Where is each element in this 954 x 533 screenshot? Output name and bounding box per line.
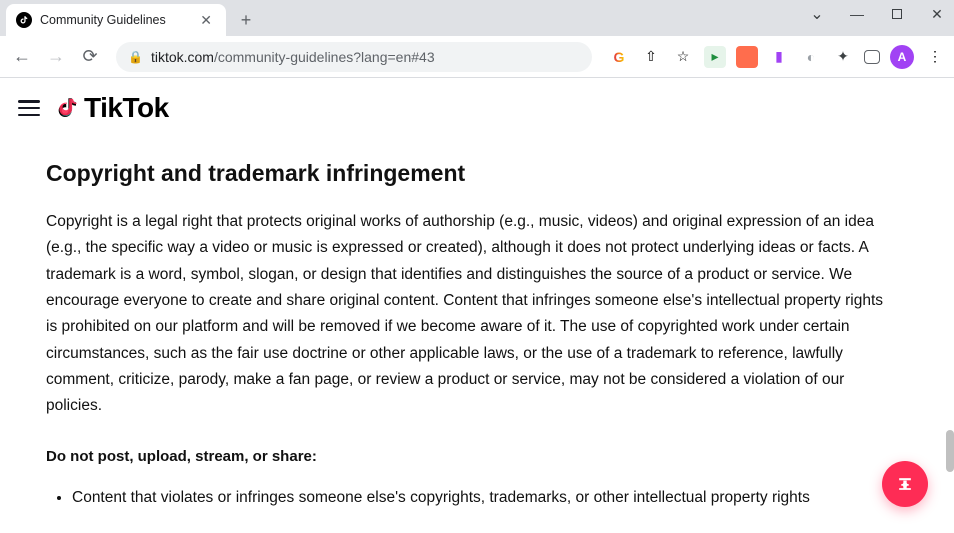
chevron-down-icon[interactable]: ⌄ (804, 4, 830, 24)
profile-avatar[interactable]: A (890, 45, 914, 69)
toolbar-right-icons: G ⇧ ☆ ▸ ▮ ◐ ✦ A ⋮ (604, 45, 946, 69)
back-to-top-button[interactable] (882, 461, 928, 507)
address-bar[interactable]: 🔒 tiktok.com/community-guidelines?lang=e… (116, 42, 592, 72)
side-panel-icon[interactable] (864, 50, 880, 64)
extensions-puzzle-icon[interactable]: ✦ (832, 46, 854, 68)
extension-1-icon[interactable]: ▸ (704, 46, 726, 68)
forward-button[interactable]: → (42, 43, 70, 71)
browser-tab-active[interactable]: Community Guidelines ✕ (6, 4, 226, 36)
google-icon[interactable]: G (608, 46, 630, 68)
maximize-icon[interactable] (884, 4, 910, 24)
scrollbar-thumb[interactable] (946, 430, 954, 472)
section-paragraph: Copyright is a legal right that protects… (46, 209, 895, 420)
tab-title: Community Guidelines (40, 13, 166, 27)
section-heading: Copyright and trademark infringement (46, 160, 895, 187)
back-button[interactable]: ← (8, 43, 36, 71)
minimize-icon[interactable]: — (844, 4, 870, 24)
bookmark-star-icon[interactable]: ☆ (672, 46, 694, 68)
reload-button[interactable]: ⟳ (76, 43, 104, 71)
bullet-list: Content that violates or infringes someo… (46, 485, 895, 511)
content-area: Copyright and trademark infringement Cop… (0, 138, 954, 533)
tab-close-icon[interactable]: ✕ (196, 12, 216, 29)
window-controls: ⌄ — ✕ (804, 4, 950, 24)
hamburger-menu-icon[interactable] (18, 100, 40, 116)
arrow-up-icon (895, 474, 915, 494)
url-path: /community-guidelines?lang=en#43 (214, 49, 435, 65)
tiktok-logo[interactable]: TikTok (54, 92, 169, 124)
share-icon[interactable]: ⇧ (640, 46, 662, 68)
kebab-menu-icon[interactable]: ⋮ (924, 46, 946, 68)
browser-toolbar: ← → ⟳ 🔒 tiktok.com/community-guidelines?… (0, 36, 954, 78)
brand-text: TikTok (84, 92, 169, 124)
extension-4-icon[interactable]: ◐ (800, 46, 822, 68)
tiktok-note-icon (54, 93, 80, 123)
close-window-icon[interactable]: ✕ (924, 4, 950, 24)
list-item: Content that violates or infringes someo… (72, 485, 895, 511)
new-tab-button[interactable]: + (232, 6, 260, 34)
url-text: tiktok.com/community-guidelines?lang=en#… (151, 49, 435, 65)
lock-icon: 🔒 (128, 50, 143, 64)
do-not-lead: Do not post, upload, stream, or share: (46, 448, 895, 465)
extension-2-icon[interactable] (736, 46, 758, 68)
tiktok-favicon (16, 12, 32, 28)
site-header: TikTok (0, 78, 954, 138)
extension-3-icon[interactable]: ▮ (768, 46, 790, 68)
url-host: tiktok.com (151, 49, 214, 65)
article: Copyright and trademark infringement Cop… (18, 138, 923, 511)
page-viewport: TikTok Copyright and trademark infringem… (0, 78, 954, 533)
browser-tabstrip: Community Guidelines ✕ + ⌄ — ✕ (0, 0, 954, 36)
